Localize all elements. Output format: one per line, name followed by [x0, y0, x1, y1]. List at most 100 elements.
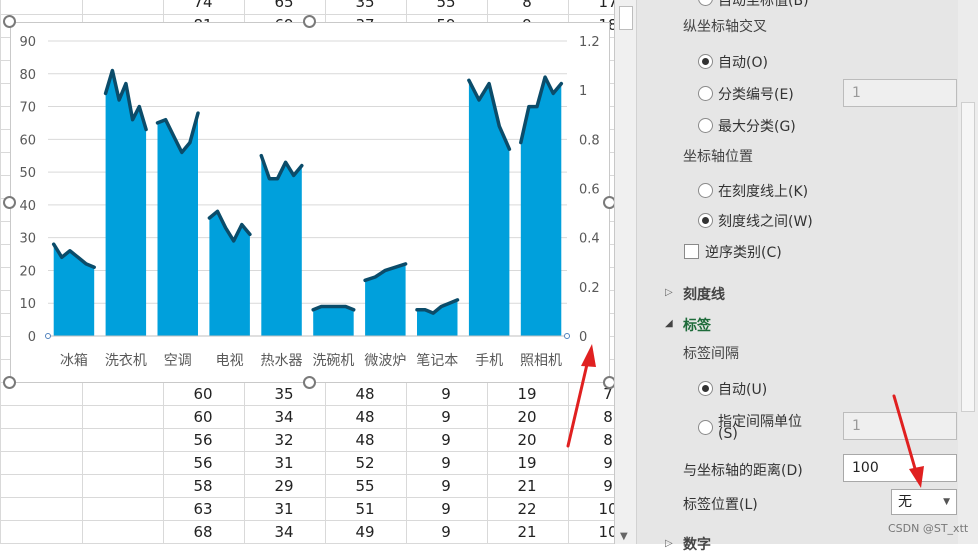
resize-handle-bottom-left[interactable] [3, 376, 16, 389]
cell[interactable]: 9 [406, 383, 486, 406]
heading-axis-position: 坐标轴位置 [683, 149, 753, 165]
area-bar [468, 80, 510, 336]
cell[interactable]: 60 [163, 406, 243, 429]
cell[interactable]: 9 [406, 452, 486, 475]
cell[interactable]: 9 [406, 498, 486, 521]
spreadsheet-grid[interactable]: 74 65 35 55 8 17 81 69 37 59 9 18 603548… [0, 0, 614, 544]
cell[interactable]: 60 [163, 383, 243, 406]
scroll-down-arrow-icon[interactable]: ▼ [620, 531, 628, 542]
cell[interactable]: 8 [487, 0, 567, 14]
left-axis-tick-label: 90 [19, 35, 36, 50]
table-row: 60 34 48 9 20 8 [0, 406, 614, 429]
cell[interactable]: 21 [487, 521, 567, 544]
cell[interactable]: 19 [487, 452, 567, 475]
cell[interactable]: 74 [163, 0, 243, 14]
cell[interactable]: 35 [325, 0, 405, 14]
cell[interactable]: 63 [163, 498, 243, 521]
section-tick-marks[interactable]: 刻度线 [683, 284, 725, 304]
right-axis-tick-label: 1.2 [579, 35, 600, 50]
cell[interactable]: 20 [487, 406, 567, 429]
right-axis-tick-label: 0.6 [579, 183, 600, 198]
left-axis-tick-label: 70 [19, 101, 36, 116]
category-label: 手机 [475, 353, 503, 369]
label-position-select[interactable]: 无 ▼ [891, 489, 957, 515]
cell[interactable]: 48 [325, 383, 405, 406]
option-label: 自动(U) [718, 382, 768, 398]
label-position-label: 标签位置(L) [683, 497, 758, 513]
cell[interactable]: 21 [487, 475, 567, 498]
option-label: 自动坐标值(B) [718, 0, 809, 9]
radio-between-tick-marks[interactable] [698, 213, 713, 228]
cell[interactable]: 55 [325, 475, 405, 498]
cell[interactable]: 19 [487, 383, 567, 406]
distance-from-axis-input[interactable]: 100 [843, 454, 957, 482]
resize-handle-bottom-right[interactable] [603, 376, 614, 389]
cell[interactable]: 52 [325, 452, 405, 475]
cell[interactable]: 56 [163, 429, 243, 452]
expand-triangle-icon[interactable]: ▷ [665, 287, 673, 298]
checkbox-reverse-order[interactable] [684, 244, 699, 259]
radio-auto[interactable] [698, 54, 713, 69]
cell[interactable]: 22 [487, 498, 567, 521]
cell[interactable]: 49 [325, 521, 405, 544]
panel-right-scrollbar[interactable] [958, 0, 978, 544]
combo-chart[interactable]: 0 10 20 30 40 50 60 70 80 90 0 0.2 0.4 0.6 0.8 1 1.2 冰箱 洗衣… [10, 22, 610, 383]
cell[interactable]: 48 [325, 406, 405, 429]
option-label: 分类编号(E) [718, 87, 794, 103]
cell[interactable]: 8 [568, 406, 614, 429]
resize-handle-top-left[interactable] [3, 15, 16, 28]
cell[interactable]: 9 [568, 452, 614, 475]
cell[interactable]: 34 [244, 521, 324, 544]
radio-on-tick-marks[interactable] [698, 183, 713, 198]
collapse-triangle-icon[interactable]: ◢ [665, 318, 673, 329]
table-row: 56 32 48 9 20 8 [0, 429, 614, 452]
section-labels[interactable]: 标签 [683, 315, 711, 335]
left-axis-tick-label: 50 [19, 166, 36, 181]
cell[interactable]: 65 [244, 0, 324, 14]
cell[interactable]: 55 [406, 0, 486, 14]
axis-endpoint-handle [564, 333, 570, 339]
cell[interactable]: 29 [244, 475, 324, 498]
resize-handle-left[interactable] [3, 196, 16, 209]
cell[interactable]: 68 [163, 521, 243, 544]
right-axis-tick-label: 0.4 [579, 232, 600, 247]
cell[interactable]: 32 [244, 429, 324, 452]
cell[interactable]: 9 [406, 521, 486, 544]
cell[interactable]: 34 [244, 406, 324, 429]
cell[interactable]: 17 [568, 0, 614, 14]
resize-handle-top[interactable] [303, 15, 316, 28]
table-row: 63 31 51 9 22 10 [0, 498, 614, 521]
radio-category-number[interactable] [698, 86, 713, 101]
chevron-down-icon: ▼ [943, 497, 950, 507]
cell[interactable]: 9 [406, 475, 486, 498]
cell[interactable]: 56 [163, 452, 243, 475]
radio-specify-interval[interactable] [698, 420, 713, 435]
area-bar [261, 155, 302, 336]
resize-handle-bottom[interactable] [303, 376, 316, 389]
cell[interactable]: 20 [487, 429, 567, 452]
cell[interactable]: 51 [325, 498, 405, 521]
category-number-input[interactable]: 1 [843, 79, 957, 107]
cell[interactable]: 9 [406, 429, 486, 452]
option-label: 刻度线之间(W) [718, 214, 813, 230]
scrollbar-thumb[interactable] [619, 6, 633, 30]
specify-interval-input[interactable]: 1 [843, 412, 957, 440]
radio-auto-value[interactable] [698, 0, 713, 6]
cell[interactable]: 48 [325, 429, 405, 452]
cell[interactable]: 10 [568, 498, 614, 521]
cell[interactable]: 10 [568, 521, 614, 544]
panel-left-scrollbar[interactable]: ▼ [615, 0, 637, 544]
section-number[interactable]: 数字 [683, 534, 711, 554]
left-axis-tick-label: 40 [19, 199, 36, 214]
cell[interactable]: 31 [244, 452, 324, 475]
resize-handle-right[interactable] [603, 196, 614, 209]
cell[interactable]: 9 [406, 406, 486, 429]
cell[interactable]: 9 [568, 475, 614, 498]
cell[interactable]: 58 [163, 475, 243, 498]
cell[interactable]: 31 [244, 498, 324, 521]
cell[interactable]: 8 [568, 429, 614, 452]
radio-max-category[interactable] [698, 118, 713, 133]
scrollbar-thumb[interactable] [961, 102, 975, 412]
sheet-row-top: 74 65 35 55 8 17 [0, 0, 614, 14]
radio-label-auto[interactable] [698, 381, 713, 396]
